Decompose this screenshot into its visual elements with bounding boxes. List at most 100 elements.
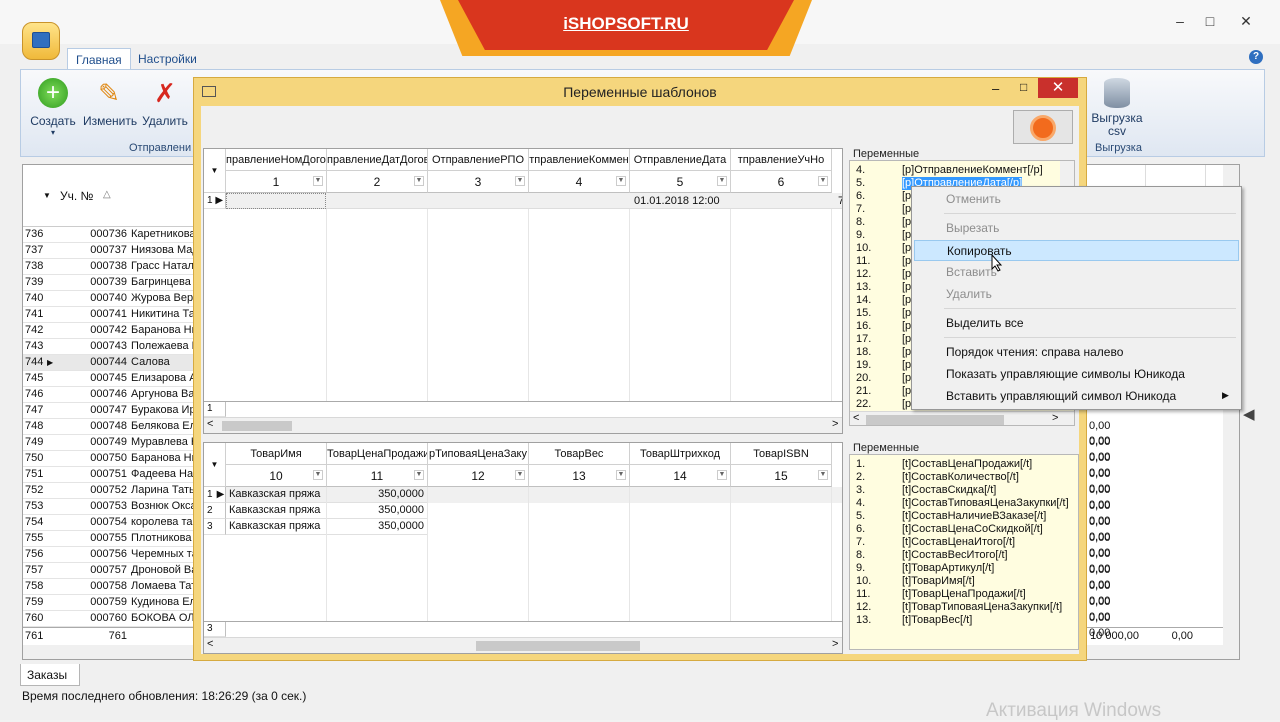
menu-select-all[interactable]: Выделить все — [914, 313, 1239, 334]
dropdown-icon[interactable]: ▼ — [414, 176, 424, 186]
column-number[interactable]: 13 ▼ — [529, 465, 630, 487]
menu-copy[interactable]: Копировать — [914, 240, 1239, 261]
variable-item[interactable]: 20. [p — [856, 372, 911, 385]
variable-item[interactable]: 4. [p]ОтправлениеКоммент[/p] — [856, 164, 1043, 177]
product-name-cell[interactable]: Кавказская пряжа — [226, 503, 327, 519]
variable-item[interactable]: 7. [p — [856, 203, 911, 216]
column-number[interactable]: 15 ▼ — [731, 465, 832, 487]
edit-button[interactable]: ✎ Изменить — [83, 76, 137, 128]
variable-item[interactable]: 10. [t]ТоварИмя[/t] — [856, 575, 975, 588]
variable-item[interactable]: 13. [p — [856, 281, 911, 294]
variable-item[interactable]: 18. [p — [856, 346, 911, 359]
row-header[interactable]: 3 — [204, 519, 226, 535]
table-row[interactable]: 752 000752 Ларина Тать — [23, 483, 203, 499]
column-number[interactable]: 11 ▼ — [327, 465, 428, 487]
column-header[interactable]: ТоварВес — [529, 443, 630, 465]
column-header[interactable]: ТоварISBN — [731, 443, 832, 465]
row-header-1[interactable]: 1 ▶ — [204, 193, 226, 209]
column-number[interactable]: 5 ▼ — [630, 171, 731, 193]
column-header[interactable]: ТоварШтрихкод — [630, 443, 731, 465]
table-row[interactable]: 741 000741 Никитина Та — [23, 307, 203, 323]
tab-main[interactable]: Главная — [67, 48, 131, 70]
column-number[interactable]: 10 ▼ — [226, 465, 327, 487]
table-row[interactable]: 738 000738 Грасс Натал — [23, 259, 203, 275]
variable-item[interactable]: 4. [t]СоставТиповаяЦенаЗакупки[/t] — [856, 497, 1069, 510]
variable-item[interactable]: 8. [p — [856, 216, 911, 229]
product-price-cell[interactable]: 350,0000 — [327, 519, 428, 535]
variable-item[interactable]: 14. [p — [856, 294, 911, 307]
menu-rtl[interactable]: Порядок чтения: справа налево — [914, 342, 1239, 363]
variable-item[interactable]: 10. [p — [856, 242, 911, 255]
table-row[interactable]: 746 000746 Аргунова Ва — [23, 387, 203, 403]
column-number[interactable]: 3 ▼ — [428, 171, 529, 193]
table-row[interactable]: 760 000760 БОКОВА ОЛЬ — [23, 611, 203, 627]
table-row[interactable]: 743 000743 Полежаева В — [23, 339, 203, 355]
variable-item[interactable]: 1. [t]СоставЦенаПродажи[/t] — [856, 458, 1032, 471]
dropdown-icon[interactable]: ▼ — [313, 176, 323, 186]
dropdown-icon[interactable]: ▼ — [313, 470, 323, 480]
menu-insert-unicode[interactable]: Вставить управляющий символ Юникода — [914, 386, 1239, 407]
dropdown-icon[interactable]: ▼ — [515, 176, 525, 186]
column-number[interactable]: 4 ▼ — [529, 171, 630, 193]
product-grid-corner[interactable]: ▼ — [204, 443, 226, 487]
close-icon[interactable]: ✕ — [1238, 14, 1254, 28]
app-menu-icon[interactable] — [22, 22, 60, 60]
variable-item[interactable]: 16. [p — [856, 320, 911, 333]
column-header[interactable]: ОтправлениеДата — [630, 149, 731, 171]
refresh-button[interactable] — [1013, 110, 1073, 144]
product-name-cell[interactable]: Кавказская пряжа — [226, 519, 327, 535]
table-row[interactable]: 745 000745 Елизарова А — [23, 371, 203, 387]
table-row[interactable]: 742 000742 Баранова Ни — [23, 323, 203, 339]
column-number[interactable]: 12 ▼ — [428, 465, 529, 487]
shipment-hscroll[interactable]: < > — [204, 417, 842, 433]
grid-corner[interactable]: ▼ — [204, 149, 226, 193]
product-price-cell[interactable]: 350,0000 — [327, 487, 428, 503]
column-header[interactable]: ТоварИмя — [226, 443, 327, 465]
site-banner[interactable]: iSHOPSOFT.RU — [458, 0, 794, 50]
table-row[interactable]: 758 000758 Ломаева Тат — [23, 579, 203, 595]
table-row[interactable]: 749 000749 Муравлева Н — [23, 435, 203, 451]
variable-item[interactable]: 12. [t]ТоварТиповаяЦенаЗакупки[/t] — [856, 601, 1062, 614]
dropdown-icon[interactable]: ▼ — [515, 470, 525, 480]
row-header[interactable]: 1 ▶ — [204, 487, 226, 503]
column-header[interactable]: тправлениеУчНо — [731, 149, 832, 171]
dialog-close-button[interactable]: ✕ — [1038, 78, 1078, 98]
variable-item[interactable]: 6. [t]СоставЦенаСоСкидкой[/t] — [856, 523, 1043, 536]
column-number[interactable]: 2 ▼ — [327, 171, 428, 193]
variable-item[interactable]: 3. [t]СоставСкидка[/t] — [856, 484, 996, 497]
column-number[interactable]: 14 ▼ — [630, 465, 731, 487]
vars-top-hscroll[interactable]: < > — [850, 411, 1074, 425]
minimize-icon[interactable]: – — [1172, 14, 1188, 28]
create-button[interactable]: + Создать ▾ — [27, 76, 79, 137]
variable-item[interactable]: 19. [p — [856, 359, 911, 372]
table-row[interactable]: 756 000756 Черемных та — [23, 547, 203, 563]
menu-undo[interactable]: Отменить — [914, 189, 1239, 210]
variable-item[interactable]: 22. [p — [856, 398, 911, 411]
table-row[interactable]: 739 000739 Багринцева — [23, 275, 203, 291]
column-header[interactable]: правлениеДатДогов — [327, 149, 428, 171]
variable-item[interactable]: 7. [t]СоставЦенаИтого[/t] — [856, 536, 1015, 549]
table-row[interactable]: 748 000748 Белякова Ел — [23, 419, 203, 435]
col-header-no[interactable]: Уч. № — [60, 189, 93, 203]
table-row[interactable]: 736 000736 Каретникова — [23, 227, 203, 243]
column-number[interactable]: 6 ▼ — [731, 171, 832, 193]
dialog-maximize-icon[interactable]: □ — [1020, 80, 1027, 94]
date-cell[interactable]: 01.01.2018 12:00 — [634, 193, 720, 209]
table-row[interactable]: 740 000740 Журова Вера — [23, 291, 203, 307]
variable-item[interactable]: 8. [t]СоставВесИтого[/t] — [856, 549, 1008, 562]
dialog-minimize-icon[interactable]: – — [992, 81, 999, 96]
table-row[interactable]: 754 000754 королева та — [23, 515, 203, 531]
filter-arrow-icon[interactable]: ▼ — [43, 191, 51, 200]
table-row[interactable]: 759 000759 Кудинова Ел — [23, 595, 203, 611]
table-row[interactable]: 757 000757 Дроновой Ва — [23, 563, 203, 579]
row-header[interactable]: 2 — [204, 503, 226, 519]
column-header[interactable]: ТоварЦенаПродажи — [327, 443, 428, 465]
column-header[interactable]: правлениеНомДогов — [226, 149, 327, 171]
table-row[interactable]: 755 000755 Плотникова — [23, 531, 203, 547]
help-icon[interactable]: ? — [1249, 50, 1263, 64]
arrow-left-icon[interactable]: ◀ — [1243, 405, 1255, 423]
dropdown-icon[interactable]: ▼ — [616, 176, 626, 186]
menu-delete[interactable]: Удалить — [914, 284, 1239, 305]
dropdown-icon[interactable]: ▼ — [717, 470, 727, 480]
variable-item[interactable]: 12. [p — [856, 268, 911, 281]
